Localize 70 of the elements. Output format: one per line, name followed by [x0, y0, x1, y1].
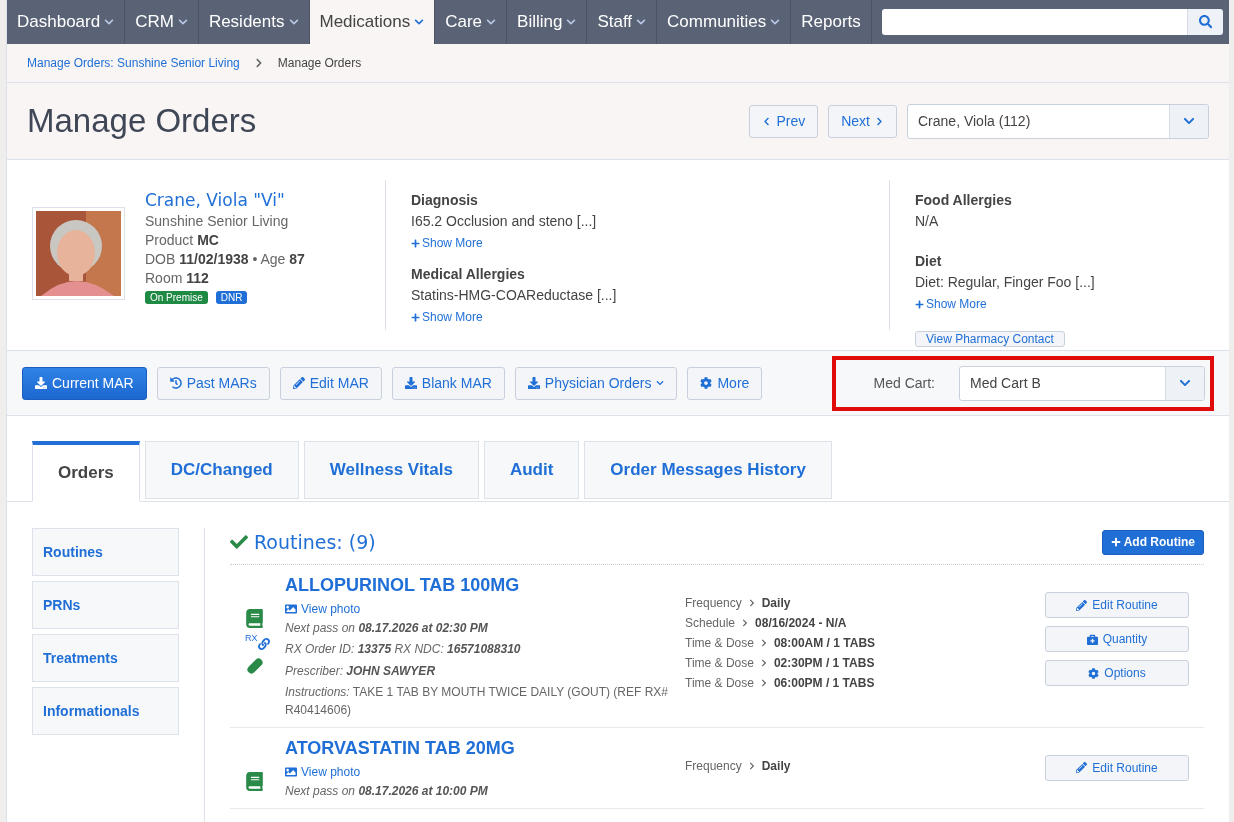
schedule-value: 08/16/2024 - N/A [755, 616, 847, 630]
side-nav-item[interactable]: PRNs [32, 581, 179, 629]
toolbar-button[interactable]: Edit MAR [279, 366, 382, 400]
resident-select[interactable]: Crane, Viola (112) [907, 103, 1209, 139]
show-more-link[interactable]: Show More [915, 297, 1175, 311]
status-badge: On Premise [145, 291, 208, 304]
view-photo-link[interactable]: View photo [285, 602, 685, 616]
instructions-text: Instructions: TAKE 1 TAB BY MOUTH TWICE DAILY (GOUT) (REF RX# R40414606) [285, 684, 669, 719]
schedule-label: Schedule [685, 616, 736, 630]
med-cart-select[interactable]: Med Cart B [959, 365, 1205, 401]
tab[interactable]: Wellness Vitals [303, 441, 479, 499]
order-action-button[interactable]: Edit Routine [1045, 754, 1189, 781]
resident-detail: Room 112 [145, 270, 210, 286]
resident-name[interactable]: Crane, Viola "Vi" [145, 190, 385, 210]
schedule-value: 02:30PM / 1 TABS [773, 656, 875, 670]
info-text: Diet: Regular, Finger Foo [...] [915, 274, 1096, 290]
pharmacy-contact-button[interactable]: View Pharmacy Contact [915, 331, 1065, 347]
tab[interactable]: Audit [483, 441, 580, 499]
add-routine-button[interactable]: Add Routine [1101, 529, 1204, 555]
schedule-value: Daily [761, 596, 791, 610]
toolbar-button[interactable]: Blank MAR [391, 366, 505, 400]
order-action-button[interactable]: Options [1045, 660, 1189, 686]
medication-name[interactable]: ATORVASTATIN TAB 20MG [285, 737, 685, 759]
breadcrumb-current: Manage Orders [277, 56, 362, 70]
nav-tab[interactable]: Medications [309, 0, 436, 44]
order-action-button[interactable]: Edit Routine [1045, 592, 1189, 618]
order-detail: Prescriber: JOHN SAWYER [285, 662, 437, 680]
side-nav-item[interactable]: Treatments [32, 634, 179, 682]
breadcrumb-link[interactable]: Manage Orders: Sunshine Senior Living [27, 56, 240, 70]
view-photo-link[interactable]: View photo [285, 764, 685, 779]
info-heading: Diet [915, 253, 943, 269]
order-detail: Next pass on 08.17.2026 at 10:00 PM [285, 782, 489, 800]
info-text: Statins-HMG-COAReductase [...] [411, 287, 618, 303]
order-action-button[interactable]: Quantity [1045, 626, 1189, 652]
schedule-value: Daily [761, 758, 791, 773]
community-name: Sunshine Senior Living [145, 213, 290, 229]
tab[interactable]: Orders [32, 441, 140, 502]
schedule-label: Time & Dose [685, 676, 754, 690]
page-title: Manage Orders [27, 102, 257, 140]
order-detail: RX Order ID: 13375 RX NDC: 16571088310 [285, 641, 522, 659]
info-text: N/A [915, 213, 940, 229]
medication-name[interactable]: ALLOPURINOL TAB 100MG [285, 575, 685, 596]
schedule-label: Time & Dose [685, 656, 754, 670]
schedule-value: 08:00AM / 1 TABS [773, 636, 876, 650]
info-heading: Medical Allergies [411, 266, 526, 282]
order-detail: Next pass on 08.17.2026 at 02:30 PM [285, 620, 489, 637]
resident-detail: DOB 11/02/1938 • Age 87 [145, 251, 306, 267]
schedule-label: Time & Dose [685, 636, 754, 650]
resident-detail: Product MC [145, 232, 220, 248]
schedule-label: Frequency [685, 596, 742, 610]
prev-button[interactable]: Prev [749, 104, 819, 138]
toolbar-button[interactable]: Current MAR [22, 366, 147, 400]
info-heading: Diagnosis [411, 192, 479, 208]
side-nav-item[interactable]: Informationals [32, 687, 179, 735]
tab[interactable]: DC/Changed [144, 441, 299, 499]
toolbar-button[interactable]: Past MARs [156, 366, 270, 400]
section-title: Routines: (9) [254, 531, 376, 553]
tab[interactable]: Order Messages History [584, 441, 832, 499]
toolbar-button[interactable]: Physician Orders [514, 366, 678, 400]
info-text: I65.2 Occlusion and steno [...] [411, 213, 598, 229]
schedule-value: 06:00PM / 1 TABS [773, 676, 875, 690]
info-heading: Food Allergies [915, 192, 1013, 208]
show-more-link[interactable]: Show More [411, 310, 889, 324]
side-nav-item[interactable]: Routines [32, 528, 179, 576]
show-more-link[interactable]: Show More [411, 236, 889, 250]
schedule-label: Frequency [685, 758, 742, 773]
med-cart-label: Med Cart: [873, 375, 935, 391]
status-badge: DNR [215, 291, 248, 304]
next-button[interactable]: Next [828, 104, 897, 138]
toolbar-button[interactable]: More [687, 366, 763, 400]
